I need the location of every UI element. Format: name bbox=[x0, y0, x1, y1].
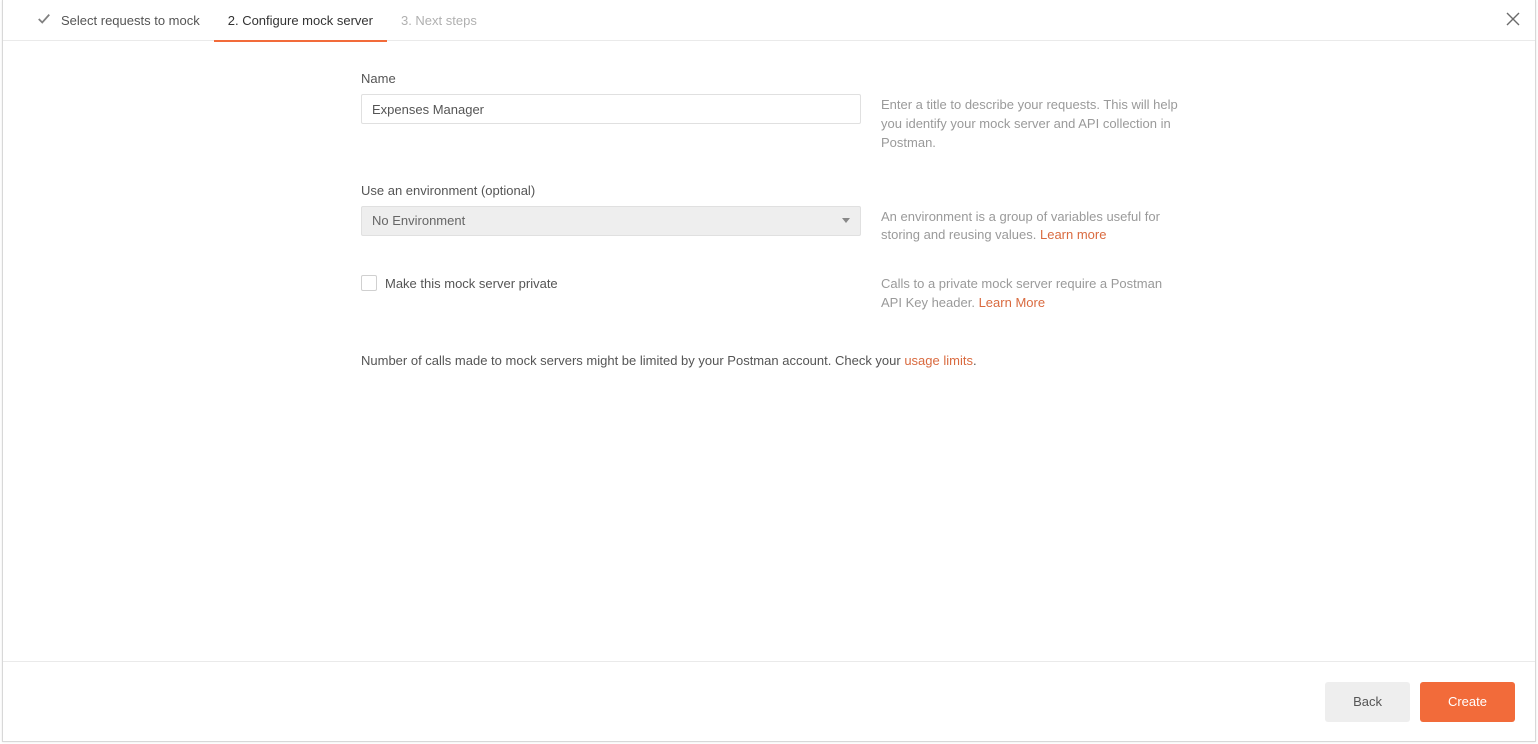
name-label: Name bbox=[361, 71, 861, 86]
name-input[interactable] bbox=[361, 94, 861, 124]
private-learn-more-link[interactable]: Learn More bbox=[979, 295, 1045, 310]
usage-limits-info: Number of calls made to mock servers mig… bbox=[361, 353, 1181, 368]
environment-label: Use an environment (optional) bbox=[361, 183, 861, 198]
private-checkbox-label: Make this mock server private bbox=[385, 276, 558, 291]
form-area: Name Enter a title to describe your requ… bbox=[361, 71, 1181, 368]
wizard-tabs: Select requests to mock 2. Configure moc… bbox=[3, 0, 1535, 41]
private-row: Make this mock server private Calls to a… bbox=[361, 275, 1181, 313]
name-help-text: Enter a title to describe your requests.… bbox=[881, 71, 1181, 153]
limits-suffix: . bbox=[973, 353, 977, 368]
dialog-content: Name Enter a title to describe your requ… bbox=[3, 41, 1535, 661]
close-button[interactable] bbox=[1501, 8, 1525, 32]
environment-select[interactable]: No Environment bbox=[361, 206, 861, 236]
name-field-wrap: Name bbox=[361, 71, 861, 124]
environment-learn-more-link[interactable]: Learn more bbox=[1040, 227, 1106, 242]
environment-help-text: An environment is a group of variables u… bbox=[881, 183, 1181, 246]
environment-row: Use an environment (optional) No Environ… bbox=[361, 183, 1181, 246]
environment-selected-value: No Environment bbox=[372, 213, 465, 228]
chevron-down-icon bbox=[842, 218, 850, 223]
tab-next-steps: 3. Next steps bbox=[387, 0, 491, 41]
private-help-text: Calls to a private mock server require a… bbox=[881, 275, 1181, 313]
environment-field-wrap: Use an environment (optional) No Environ… bbox=[361, 183, 861, 236]
name-row: Name Enter a title to describe your requ… bbox=[361, 71, 1181, 153]
private-checkbox-row: Make this mock server private bbox=[361, 275, 861, 291]
tab-label: Select requests to mock bbox=[61, 13, 200, 28]
back-button[interactable]: Back bbox=[1325, 682, 1410, 722]
checkmark-icon bbox=[37, 12, 51, 29]
limits-prefix: Number of calls made to mock servers mig… bbox=[361, 353, 904, 368]
private-checkbox[interactable] bbox=[361, 275, 377, 291]
tab-label: 3. Next steps bbox=[401, 13, 477, 28]
environment-help-prefix: An environment is a group of variables u… bbox=[881, 209, 1160, 243]
mock-server-dialog: Select requests to mock 2. Configure moc… bbox=[2, 0, 1536, 742]
tab-select-requests[interactable]: Select requests to mock bbox=[23, 0, 214, 41]
private-field-wrap: Make this mock server private bbox=[361, 275, 861, 291]
usage-limits-link[interactable]: usage limits bbox=[904, 353, 973, 368]
close-icon bbox=[1506, 12, 1520, 29]
tab-label: 2. Configure mock server bbox=[228, 13, 373, 28]
tab-configure-mock[interactable]: 2. Configure mock server bbox=[214, 0, 387, 41]
create-button[interactable]: Create bbox=[1420, 682, 1515, 722]
dialog-footer: Back Create bbox=[3, 661, 1535, 741]
